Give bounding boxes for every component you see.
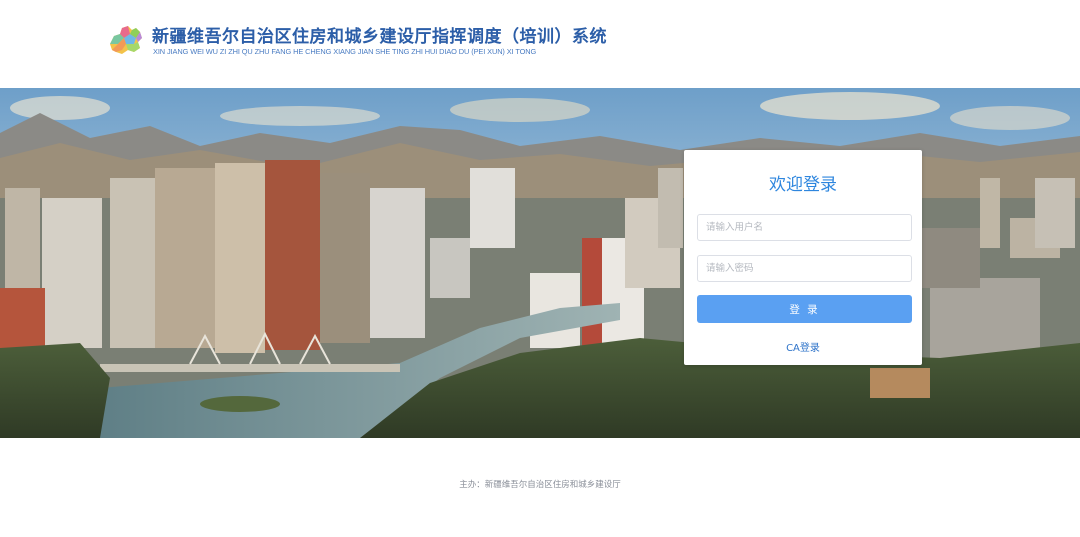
page-title: 新疆维吾尔自治区住房和城乡建设厅指挥调度（培训）系统 xyxy=(152,27,607,47)
password-input[interactable] xyxy=(697,255,912,282)
login-panel: 欢迎登录 登 录 CA登录 xyxy=(684,150,922,365)
username-input[interactable] xyxy=(697,214,912,241)
ca-login-link[interactable]: CA登录 xyxy=(684,339,922,354)
login-button[interactable]: 登 录 xyxy=(697,295,912,323)
login-title: 欢迎登录 xyxy=(769,175,837,195)
page-header: 新疆维吾尔自治区住房和城乡建设厅指挥调度（培训）系统 XIN JIANG WEI… xyxy=(0,0,1080,88)
page-subtitle: XIN JIANG WEI WU ZI ZHI QU ZHU FANG HE C… xyxy=(153,47,537,56)
footer-sponsor-text: 主办：新疆维吾尔自治区住房和城乡建设厅 xyxy=(459,480,621,490)
xinjiang-map-icon xyxy=(106,22,146,58)
